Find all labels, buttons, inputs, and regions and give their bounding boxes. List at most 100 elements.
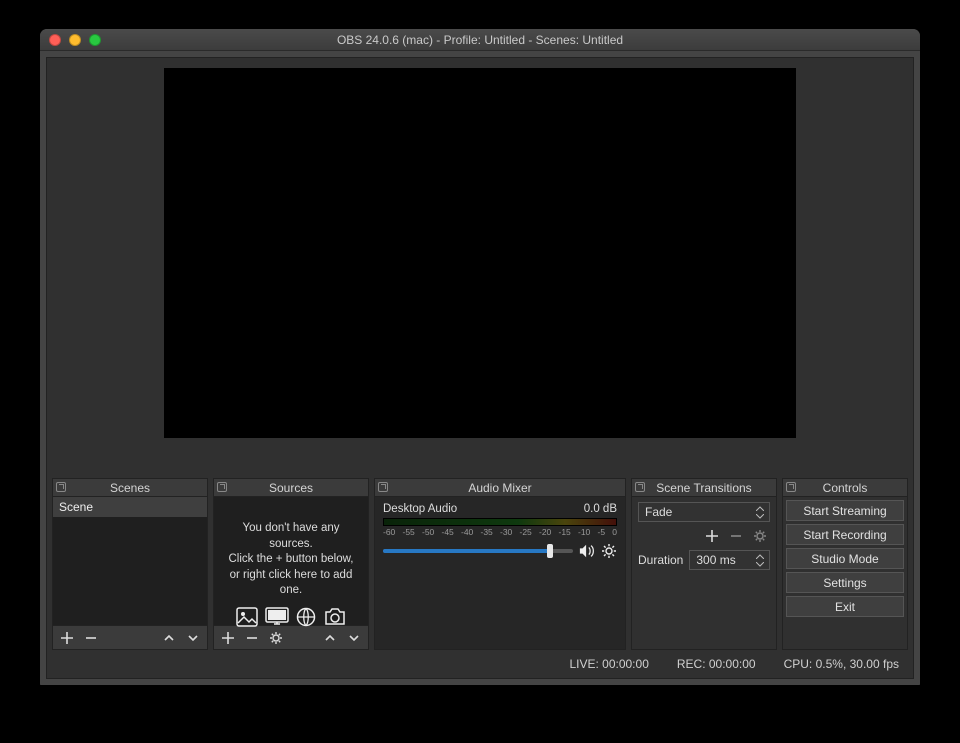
transition-selected-value: Fade [645, 505, 672, 519]
duration-value: 300 ms [696, 553, 735, 567]
remove-transition-button[interactable] [728, 528, 744, 544]
preview-canvas[interactable] [164, 68, 796, 438]
audio-mixer-panel: Audio Mixer Desktop Audio 0.0 dB -60 -55 [374, 478, 626, 650]
start-streaming-button[interactable]: Start Streaming [786, 500, 904, 521]
panel-title: Scenes [110, 481, 150, 495]
audio-mixer-header[interactable]: Audio Mixer [375, 479, 625, 497]
duration-stepper[interactable] [753, 552, 767, 568]
transition-properties-button[interactable] [752, 528, 768, 544]
volume-slider[interactable] [383, 549, 573, 553]
popout-icon[interactable] [217, 482, 227, 492]
panel-title: Audio Mixer [468, 481, 531, 495]
scenes-list[interactable]: Scene [53, 497, 207, 625]
panel-title: Controls [823, 481, 868, 495]
tick: -20 [539, 527, 551, 537]
tick: -55 [403, 527, 415, 537]
transitions-body: Fade Duration [632, 497, 776, 649]
tick: 0 [612, 527, 617, 537]
exit-button[interactable]: Exit [786, 596, 904, 617]
sources-empty-message: You don't have any sources. Click the + … [220, 521, 362, 627]
tick: -5 [598, 527, 606, 537]
status-rec: REC: 00:00:00 [677, 657, 756, 671]
camera-source-icon [323, 607, 347, 627]
popout-icon[interactable] [56, 482, 66, 492]
add-transition-button[interactable] [704, 528, 720, 544]
chevron-up-icon [753, 504, 767, 512]
audio-channel-level: 0.0 dB [584, 503, 617, 515]
popout-icon[interactable] [635, 482, 645, 492]
sources-panel: Sources You don't have any sources. Clic… [213, 478, 369, 650]
tick: -40 [461, 527, 473, 537]
window-title: OBS 24.0.6 (mac) - Profile: Untitled - S… [40, 33, 920, 47]
sources-panel-header[interactable]: Sources [214, 479, 368, 497]
status-live: LIVE: 00:00:00 [569, 657, 648, 671]
popout-icon[interactable] [786, 482, 796, 492]
tick: -25 [520, 527, 532, 537]
duration-input[interactable]: 300 ms [689, 550, 770, 570]
settings-button[interactable]: Settings [786, 572, 904, 593]
transitions-panel: Scene Transitions Fade [631, 478, 777, 650]
remove-source-button[interactable] [244, 630, 260, 646]
tick: -45 [442, 527, 454, 537]
source-properties-button[interactable] [268, 630, 284, 646]
bottom-panels: Scenes Scene [52, 478, 908, 650]
tick: -60 [383, 527, 395, 537]
tick: -15 [559, 527, 571, 537]
empty-line: or right click here to add one. [220, 568, 362, 599]
close-window-button[interactable] [49, 34, 61, 46]
titlebar: OBS 24.0.6 (mac) - Profile: Untitled - S… [40, 29, 920, 51]
tick: -35 [481, 527, 493, 537]
sources-toolbar [214, 625, 368, 649]
panel-title: Scene Transitions [656, 481, 751, 495]
controls-body: Start Streaming Start Recording Studio M… [783, 497, 907, 649]
empty-line: Click the + button below, [220, 552, 362, 568]
start-recording-button[interactable]: Start Recording [786, 524, 904, 545]
panel-title: Sources [269, 481, 313, 495]
transition-select[interactable]: Fade [638, 502, 770, 522]
chevron-down-icon [753, 560, 767, 568]
move-scene-down-button[interactable] [185, 630, 201, 646]
move-source-down-button[interactable] [346, 630, 362, 646]
mute-button[interactable] [579, 543, 595, 559]
display-source-icon [265, 607, 289, 627]
controls-header[interactable]: Controls [783, 479, 907, 497]
popout-icon[interactable] [378, 482, 388, 492]
status-bar: LIVE: 00:00:00 REC: 00:00:00 CPU: 0.5%, … [47, 652, 913, 676]
scenes-toolbar [53, 625, 207, 649]
tick: -10 [578, 527, 590, 537]
scene-list-item[interactable]: Scene [53, 497, 207, 517]
content-area: Scenes Scene [40, 51, 920, 685]
chevron-down-icon [753, 512, 767, 520]
controls-panel: Controls Start Streaming Start Recording… [782, 478, 908, 650]
audio-channel-name: Desktop Audio [383, 503, 457, 515]
chevron-up-icon [753, 552, 767, 560]
add-scene-button[interactable] [59, 630, 75, 646]
browser-source-icon [296, 607, 316, 627]
audio-settings-button[interactable] [601, 543, 617, 559]
minimize-window-button[interactable] [69, 34, 81, 46]
status-cpu: CPU: 0.5%, 30.00 fps [784, 657, 899, 671]
scenes-panel: Scenes Scene [52, 478, 208, 650]
duration-label: Duration [638, 553, 683, 567]
window-controls [49, 34, 101, 46]
transitions-header[interactable]: Scene Transitions [632, 479, 776, 497]
source-type-icons [220, 607, 362, 627]
move-source-up-button[interactable] [322, 630, 338, 646]
main-dock-area: Scenes Scene [46, 57, 914, 679]
remove-scene-button[interactable] [83, 630, 99, 646]
scenes-panel-header[interactable]: Scenes [53, 479, 207, 497]
add-source-button[interactable] [220, 630, 236, 646]
app-window: OBS 24.0.6 (mac) - Profile: Untitled - S… [40, 29, 920, 685]
empty-line: You don't have any sources. [220, 521, 362, 552]
vu-scale: -60 -55 -50 -45 -40 -35 -30 -25 -20 -15 … [383, 527, 617, 537]
move-scene-up-button[interactable] [161, 630, 177, 646]
vu-meter [383, 518, 617, 526]
preview-area [57, 68, 903, 468]
sources-list[interactable]: You don't have any sources. Click the + … [214, 497, 368, 625]
image-source-icon [236, 607, 258, 627]
tick: -30 [500, 527, 512, 537]
select-stepper[interactable] [753, 504, 767, 520]
maximize-window-button[interactable] [89, 34, 101, 46]
studio-mode-button[interactable]: Studio Mode [786, 548, 904, 569]
audio-mixer-body: Desktop Audio 0.0 dB -60 -55 -5 0 -45 -40 [375, 497, 625, 649]
